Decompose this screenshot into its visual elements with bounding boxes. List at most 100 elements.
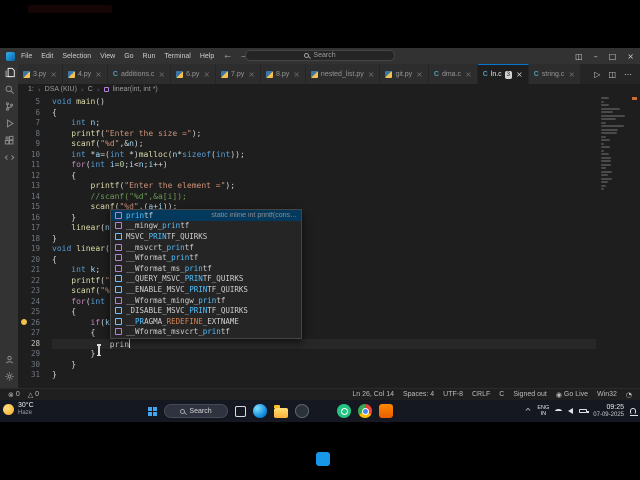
line-number-10[interactable]: 10 — [18, 150, 48, 161]
line-number-23[interactable]: 23 — [18, 286, 48, 297]
app-icon-chrome[interactable] — [358, 404, 372, 418]
breadcrumb-item[interactable]: 1: — [28, 86, 34, 93]
menu-item-run[interactable]: Run — [143, 53, 156, 60]
menu-item-go[interactable]: Go — [124, 53, 133, 60]
suggestion-item[interactable]: __Wformat_msvcrt_printf — [111, 327, 301, 338]
activity-explorer-icon[interactable] — [0, 64, 18, 81]
status-item-ln-26-col-14[interactable]: Ln 26, Col 14 — [352, 391, 394, 398]
suggestion-item[interactable]: __mingw_printf — [111, 221, 301, 232]
activity-search-icon[interactable] — [0, 81, 18, 98]
notification-bell-icon[interactable] — [629, 408, 638, 416]
run-button[interactable]: ▷ — [594, 70, 600, 79]
split-editor-icon[interactable]: ◫ — [608, 70, 616, 79]
menu-item-selection[interactable]: Selection — [62, 53, 91, 60]
activity-extensions-icon[interactable] — [0, 132, 18, 149]
suggestion-item[interactable]: MSVC_PRINTF_QUIRKS — [111, 231, 301, 242]
menu-item-file[interactable]: File — [21, 53, 32, 60]
status-item-icon[interactable]: ◔ — [626, 391, 632, 399]
status-item-c[interactable]: C — [499, 391, 504, 398]
line-number-27[interactable]: 27 — [18, 328, 48, 339]
maximize-button[interactable]: □ — [609, 52, 617, 61]
line-number-20[interactable]: 20 — [18, 255, 48, 266]
tab-4-py[interactable]: 4.py × — [62, 64, 108, 84]
suggestion-item[interactable]: __Wformat_mingw_printf — [111, 295, 301, 306]
tab-close-icon[interactable]: × — [248, 70, 255, 79]
command-center-search[interactable]: Search — [245, 50, 395, 61]
tab-8-py[interactable]: 8.py × — [260, 64, 306, 84]
suggestion-item[interactable]: __ENABLE_MSVC_PRINTF_QUIRKS — [111, 284, 301, 295]
line-number-12[interactable]: 12 — [18, 171, 48, 182]
tab-close-icon[interactable]: × — [465, 70, 472, 79]
activity-run-debug-icon[interactable] — [0, 115, 18, 132]
line-number-19[interactable]: 19 — [18, 244, 48, 255]
code-line-9[interactable]: scanf("%d",&n); — [52, 139, 596, 150]
line-number-28[interactable]: 28 — [18, 339, 48, 350]
tab-close-icon[interactable]: × — [568, 70, 575, 79]
tab-6-py[interactable]: 6.py × — [171, 64, 217, 84]
tab-close-icon[interactable]: × — [203, 70, 210, 79]
clock[interactable]: 09:25 07-09-2025 — [593, 404, 624, 419]
activity-remote-icon[interactable] — [0, 149, 18, 166]
line-number-22[interactable]: 22 — [18, 276, 48, 287]
layout-toggle-icon[interactable]: ◫ — [575, 52, 583, 61]
minimap[interactable] — [601, 97, 628, 192]
line-number-7[interactable]: 7 — [18, 118, 48, 129]
app-icon-obs[interactable] — [295, 404, 309, 418]
activity-account-icon[interactable] — [0, 351, 18, 368]
suggestion-item[interactable]: __Wformat_printf — [111, 252, 301, 263]
line-number-21[interactable]: 21 — [18, 265, 48, 276]
tab-close-icon[interactable]: × — [416, 70, 423, 79]
nav-back-icon[interactable]: ← — [224, 52, 231, 61]
code-line-10[interactable]: int *a=(int *)malloc(n*sizeof(int)); — [52, 150, 596, 161]
minimize-button[interactable]: – — [594, 52, 598, 61]
tab-close-icon[interactable]: × — [50, 70, 57, 79]
suggestion-item[interactable]: __msvcrt_printf — [111, 242, 301, 253]
line-number-30[interactable]: 30 — [18, 360, 48, 371]
code-line-31[interactable]: } — [52, 370, 596, 381]
app-icon-vlc[interactable] — [379, 404, 393, 418]
tray-expand-icon[interactable]: ^ — [525, 407, 532, 416]
volume-icon[interactable] — [568, 408, 574, 414]
code-line-6[interactable]: { — [52, 108, 596, 119]
app-icon-whatsapp[interactable] — [337, 404, 351, 418]
line-number-24[interactable]: 24 — [18, 297, 48, 308]
menu-item-help[interactable]: Help — [200, 53, 214, 60]
editor[interactable]: 5 6 7 8 9 10 11 12 13 14 15 16 17 18 19 20 21 22 23 24 25 26 2… — [18, 95, 640, 388]
language-indicator[interactable]: ENG IN — [537, 405, 549, 417]
app-icon-task-view[interactable] — [235, 405, 246, 417]
code-line-11[interactable]: for(int i=0;i<n;i++) — [52, 160, 596, 171]
tab-3-py[interactable]: 3.py × — [18, 64, 63, 84]
tab-close-icon[interactable]: × — [516, 70, 523, 79]
line-number-6[interactable]: 6 — [18, 108, 48, 119]
code-line-13[interactable]: printf("Enter the element ="); — [52, 181, 596, 192]
status-item-spaces-4[interactable]: Spaces: 4 — [403, 391, 434, 398]
line-number-8[interactable]: 8 — [18, 129, 48, 140]
tab-close-icon[interactable]: × — [368, 70, 375, 79]
menu-item-view[interactable]: View — [100, 53, 115, 60]
status-item-crlf[interactable]: CRLF — [472, 391, 490, 398]
code-line-7[interactable]: int n; — [52, 118, 596, 129]
code-line-12[interactable]: { — [52, 171, 596, 182]
weather-widget[interactable]: 30°C Haze — [3, 402, 34, 417]
line-number-14[interactable]: 14 — [18, 192, 48, 203]
breadcrumb-item[interactable]: DSA (KIU) — [45, 86, 77, 93]
tab-string-c[interactable]: Cstring.c × — [528, 64, 582, 84]
close-button[interactable]: × — [627, 52, 634, 61]
breadcrumb-item[interactable]: C — [88, 86, 93, 93]
battery-icon[interactable] — [579, 409, 589, 413]
tab-dma-c[interactable]: Cdma.c × — [428, 64, 478, 84]
status-item-go-live[interactable]: ◉ Go Live — [556, 391, 588, 399]
line-number-17[interactable]: 17 — [18, 223, 48, 234]
line-number-15[interactable]: 15 — [18, 202, 48, 213]
line-number-31[interactable]: 31 — [18, 370, 48, 381]
line-number-29[interactable]: 29 — [18, 349, 48, 360]
menu-item-terminal[interactable]: Terminal — [164, 53, 190, 60]
suggestion-item[interactable]: __QUERY_MSVC_PRINTF_QUIRKS — [111, 274, 301, 285]
line-number-18[interactable]: 18 — [18, 234, 48, 245]
breadcrumb-item[interactable]: linear(int, int *) — [113, 86, 158, 93]
quick-fix-lightbulb-icon[interactable] — [21, 319, 27, 325]
code-line-5[interactable]: void main() — [52, 97, 596, 108]
app-icon-edge[interactable] — [253, 404, 267, 418]
tab-close-icon[interactable]: × — [293, 70, 300, 79]
status-item-0[interactable]: ⊗ 0 — [8, 391, 20, 399]
